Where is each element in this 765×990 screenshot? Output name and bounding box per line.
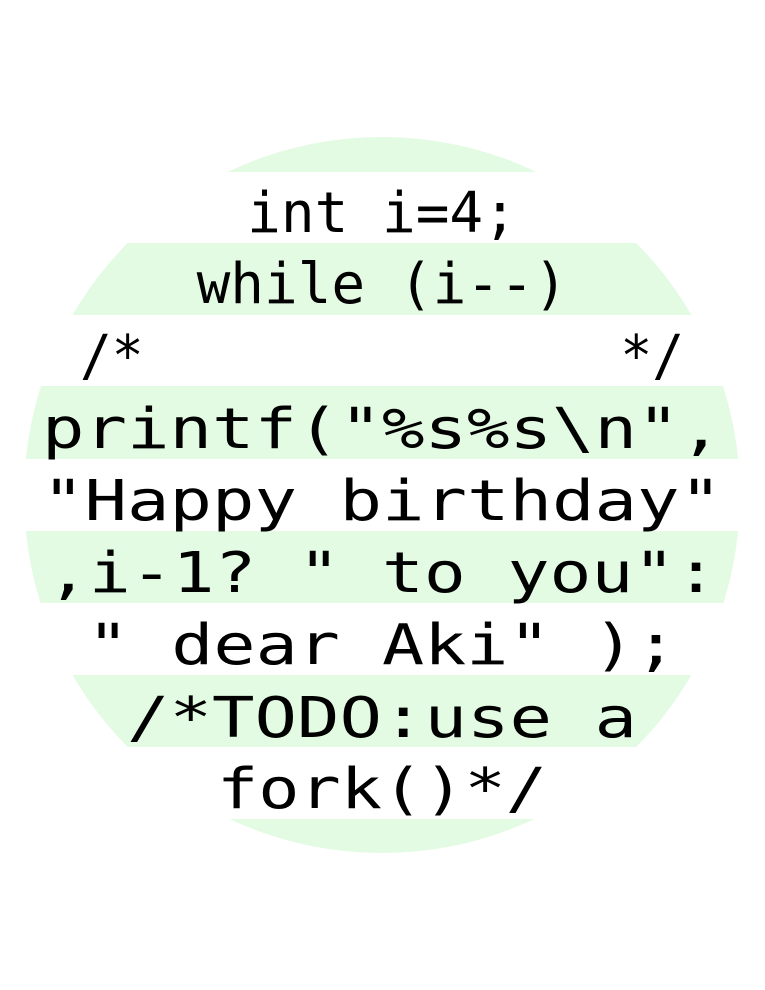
code-line: /* */	[80, 324, 684, 389]
green-stripe	[24, 137, 740, 172]
code-line: /*TODO:use a	[127, 686, 637, 751]
birthday-code-poster: int i=4; while (i--) /* */ printf("%s%s\…	[24, 137, 740, 853]
code-line: printf("%s%s\n",	[42, 397, 722, 462]
code-line: int i=4;	[247, 181, 517, 246]
code-line: ,i-1? " to you":	[47, 541, 717, 606]
code-line: "Happy birthday"	[42, 469, 722, 534]
code-line: fork()*/	[217, 757, 547, 822]
green-stripe	[24, 819, 740, 853]
code-line: " dear Aki" );	[87, 613, 677, 678]
code-line: while (i--)	[197, 252, 568, 317]
